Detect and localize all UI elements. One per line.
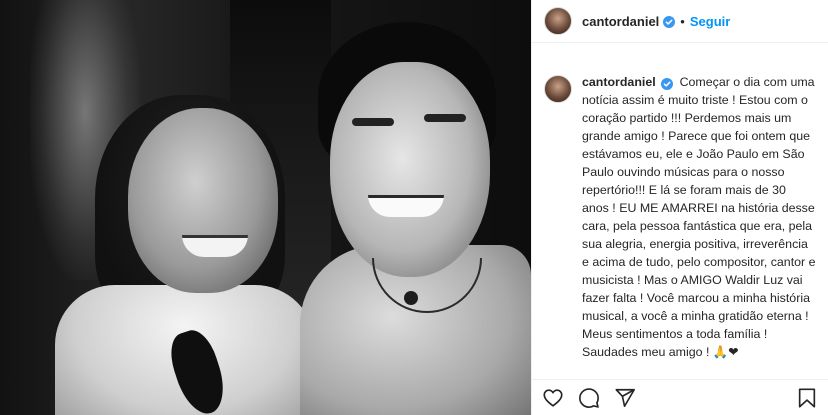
instagram-post: cantordaniel • Seguir cantordaniel Começ… [0, 0, 828, 415]
post-photo[interactable] [0, 0, 531, 415]
right-person-right-brow [424, 114, 466, 122]
caption-area: cantordaniel Começar o dia com uma notíc… [532, 43, 828, 379]
caption: cantordaniel Começar o dia com uma notíc… [582, 73, 816, 379]
bookmark-icon[interactable] [796, 387, 818, 409]
header-username[interactable]: cantordaniel [582, 14, 659, 29]
caption-body: Começar o dia com uma notícia assim é mu… [582, 75, 816, 359]
caption-username[interactable]: cantordaniel [582, 75, 656, 89]
left-person-face [128, 108, 278, 293]
paper-plane-icon[interactable] [614, 387, 636, 409]
right-person-pendant [404, 291, 418, 305]
avatar[interactable] [544, 7, 572, 35]
verified-badge-icon [661, 77, 674, 90]
follow-button[interactable]: Seguir [690, 14, 730, 29]
right-person-face [330, 62, 490, 277]
verified-badge-icon [663, 15, 676, 28]
right-person-left-brow [352, 118, 394, 126]
separator-dot: • [680, 13, 685, 29]
comment-icon[interactable] [578, 387, 600, 409]
right-person-smile [368, 195, 444, 217]
heart-icon[interactable] [542, 387, 564, 409]
post-side-panel: cantordaniel • Seguir cantordaniel Começ… [531, 0, 828, 415]
caption-avatar[interactable] [544, 75, 572, 103]
action-bar [532, 379, 828, 415]
post-header: cantordaniel • Seguir [532, 0, 828, 43]
